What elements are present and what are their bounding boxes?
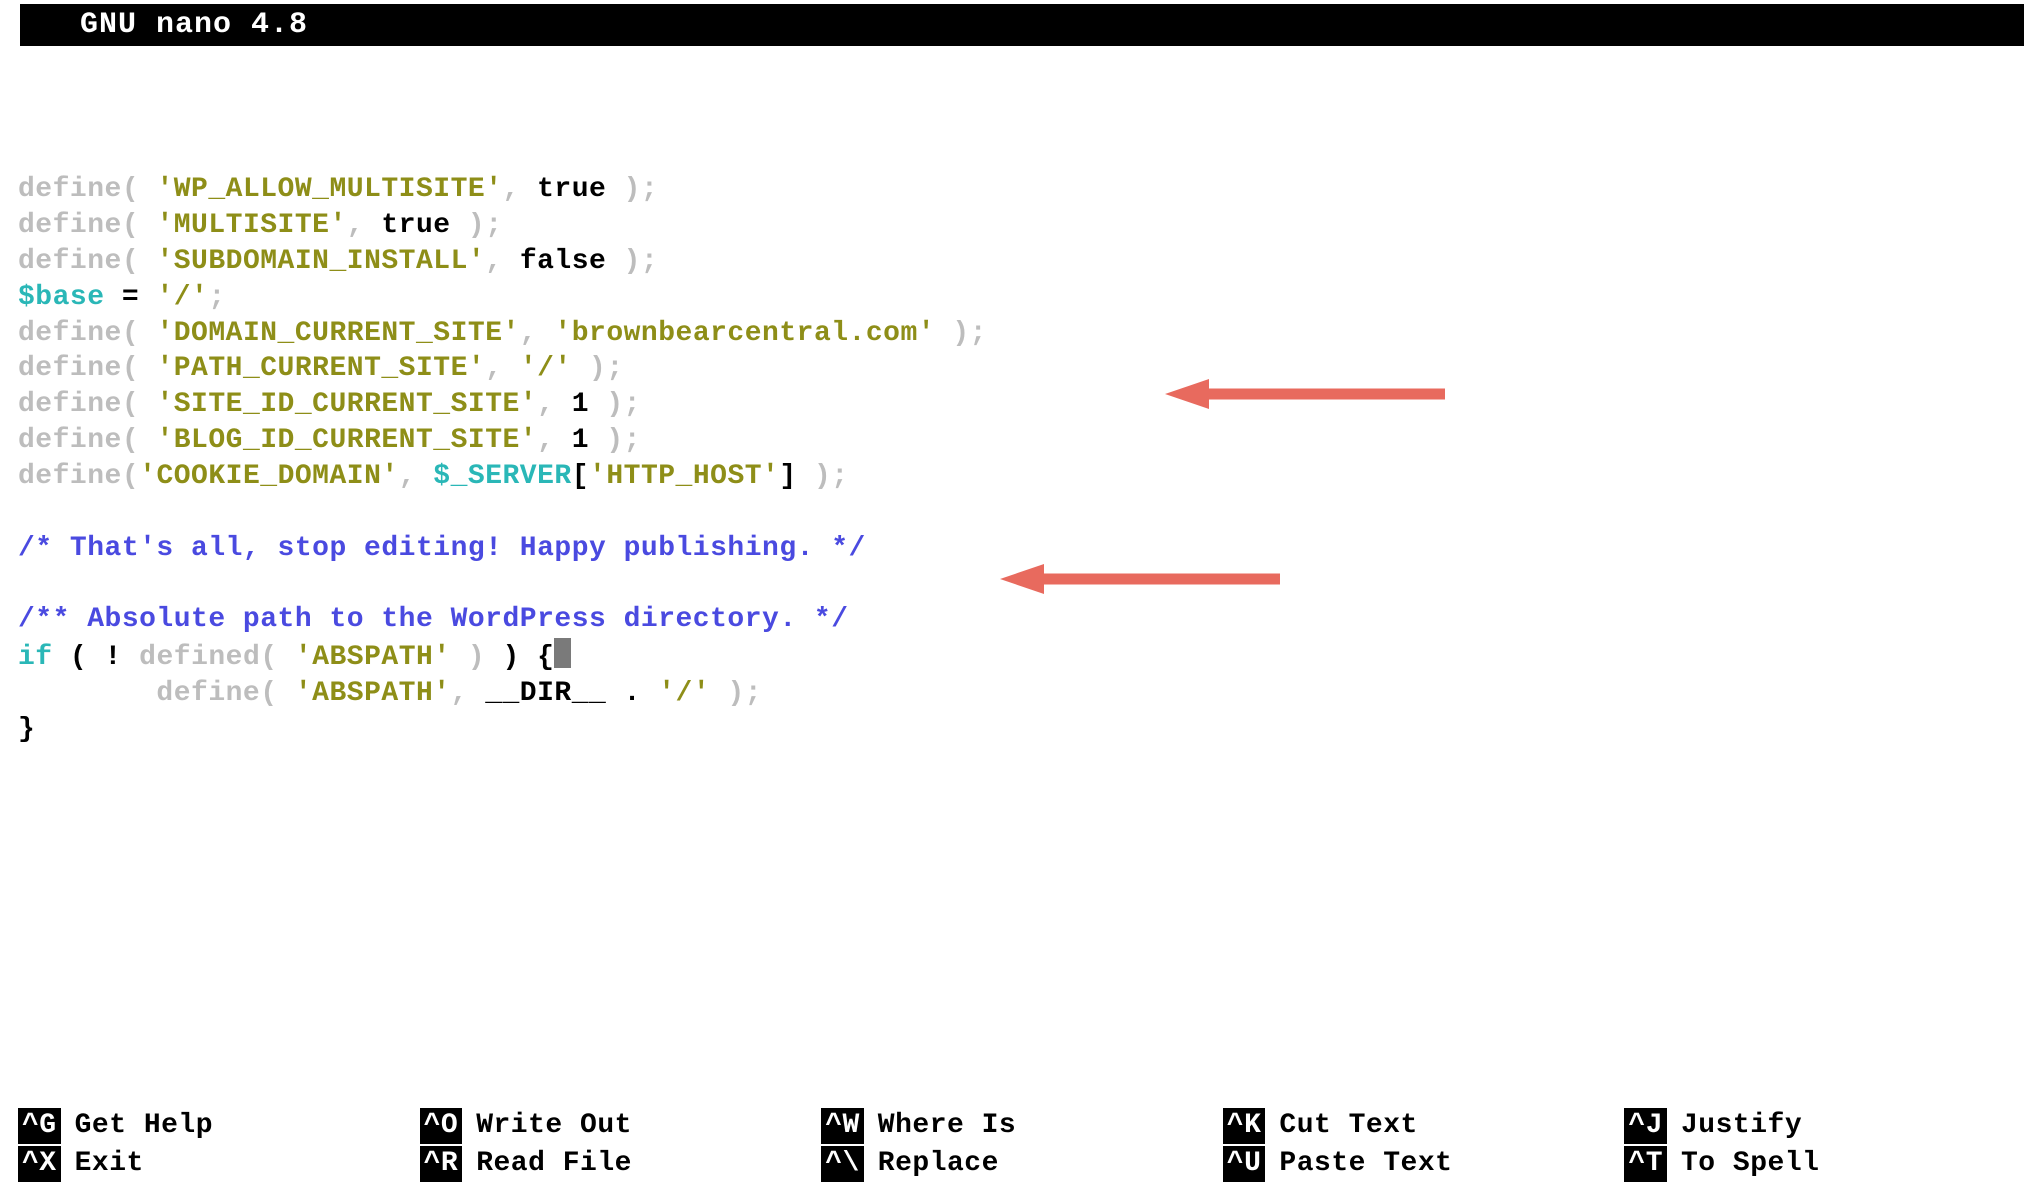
shortcut-key: ^X — [18, 1146, 61, 1182]
shortcut-key: ^O — [420, 1108, 463, 1144]
shortcut-where-is[interactable]: ^W Where Is — [821, 1108, 1223, 1144]
server-var: $_SERVER — [433, 461, 571, 492]
variable: $base — [18, 282, 105, 313]
define-keyword: define — [18, 353, 122, 384]
close-brace: } — [18, 714, 35, 745]
shortcut-label: Justify — [1681, 1108, 1802, 1144]
code-line: define( 'DOMAIN_CURRENT_SITE', 'brownbea… — [18, 318, 987, 349]
editor-content[interactable]: define( 'WP_ALLOW_MULTISITE', true ); de… — [0, 46, 2044, 747]
shortcut-label: Write Out — [476, 1108, 632, 1144]
shortcut-label: Paste Text — [1279, 1146, 1452, 1182]
shortcut-label: Exit — [75, 1146, 144, 1182]
shortcut-key: ^K — [1223, 1108, 1266, 1144]
shortcut-key: ^T — [1624, 1146, 1667, 1182]
shortcut-key: ^W — [821, 1108, 864, 1144]
shortcut-key: ^R — [420, 1146, 463, 1182]
shortcut-get-help[interactable]: ^G Get Help — [18, 1108, 420, 1144]
shortcut-label: Get Help — [75, 1108, 213, 1144]
shortcut-key: ^J — [1624, 1108, 1667, 1144]
code-line: if ( ! defined( 'ABSPATH' ) ) { — [18, 642, 571, 673]
code-line: define( 'SUBDOMAIN_INSTALL', false ); — [18, 246, 658, 277]
code-line: define( 'BLOG_ID_CURRENT_SITE', 1 ); — [18, 425, 641, 456]
comment-line: /** Absolute path to the WordPress direc… — [18, 604, 849, 635]
shortcut-bar: ^G Get Help ^O Write Out ^W Where Is ^K … — [18, 1108, 2026, 1182]
code-line: define( 'MULTISITE', true ); — [18, 210, 503, 241]
code-line: define('COOKIE_DOMAIN', $_SERVER['HTTP_H… — [18, 461, 849, 492]
shortcut-label: Replace — [878, 1146, 999, 1182]
code-line: define( 'WP_ALLOW_MULTISITE', true ); — [18, 174, 658, 205]
define-keyword: define — [156, 678, 260, 709]
editor-titlebar: GNU nano 4.8 — [20, 4, 2024, 46]
shortcut-key: ^U — [1223, 1146, 1266, 1182]
shortcut-replace[interactable]: ^\ Replace — [821, 1146, 1223, 1182]
shortcut-to-spell[interactable]: ^T To Spell — [1624, 1146, 2026, 1182]
comment-line: /* That's all, stop editing! Happy publi… — [18, 533, 866, 564]
shortcut-label: Where Is — [878, 1108, 1016, 1144]
define-keyword: define — [18, 461, 122, 492]
shortcut-label: To Spell — [1681, 1146, 1819, 1182]
shortcut-label: Read File — [476, 1146, 632, 1182]
shortcut-key: ^\ — [821, 1146, 864, 1182]
if-keyword: if — [18, 642, 53, 673]
shortcut-justify[interactable]: ^J Justify — [1624, 1108, 2026, 1144]
shortcut-label: Cut Text — [1279, 1108, 1417, 1144]
shortcut-write-out[interactable]: ^O Write Out — [420, 1108, 822, 1144]
define-keyword: define — [18, 174, 122, 205]
shortcut-cut-text[interactable]: ^K Cut Text — [1223, 1108, 1625, 1144]
code-line: define( 'PATH_CURRENT_SITE', '/' ); — [18, 353, 624, 384]
define-keyword: define — [18, 210, 122, 241]
shortcut-read-file[interactable]: ^R Read File — [420, 1146, 822, 1182]
defined-keyword: defined — [139, 642, 260, 673]
shortcut-key: ^G — [18, 1108, 61, 1144]
code-line: define( 'SITE_ID_CURRENT_SITE', 1 ); — [18, 389, 641, 420]
text-cursor — [554, 638, 571, 668]
define-keyword: define — [18, 389, 122, 420]
define-keyword: define — [18, 246, 122, 277]
define-keyword: define — [18, 318, 122, 349]
code-line: $base = '/'; — [18, 282, 226, 313]
shortcut-paste-text[interactable]: ^U Paste Text — [1223, 1146, 1625, 1182]
shortcut-exit[interactable]: ^X Exit — [18, 1146, 420, 1182]
code-line: define( 'ABSPATH', __DIR__ . '/' ); — [18, 678, 762, 709]
define-keyword: define — [18, 425, 122, 456]
